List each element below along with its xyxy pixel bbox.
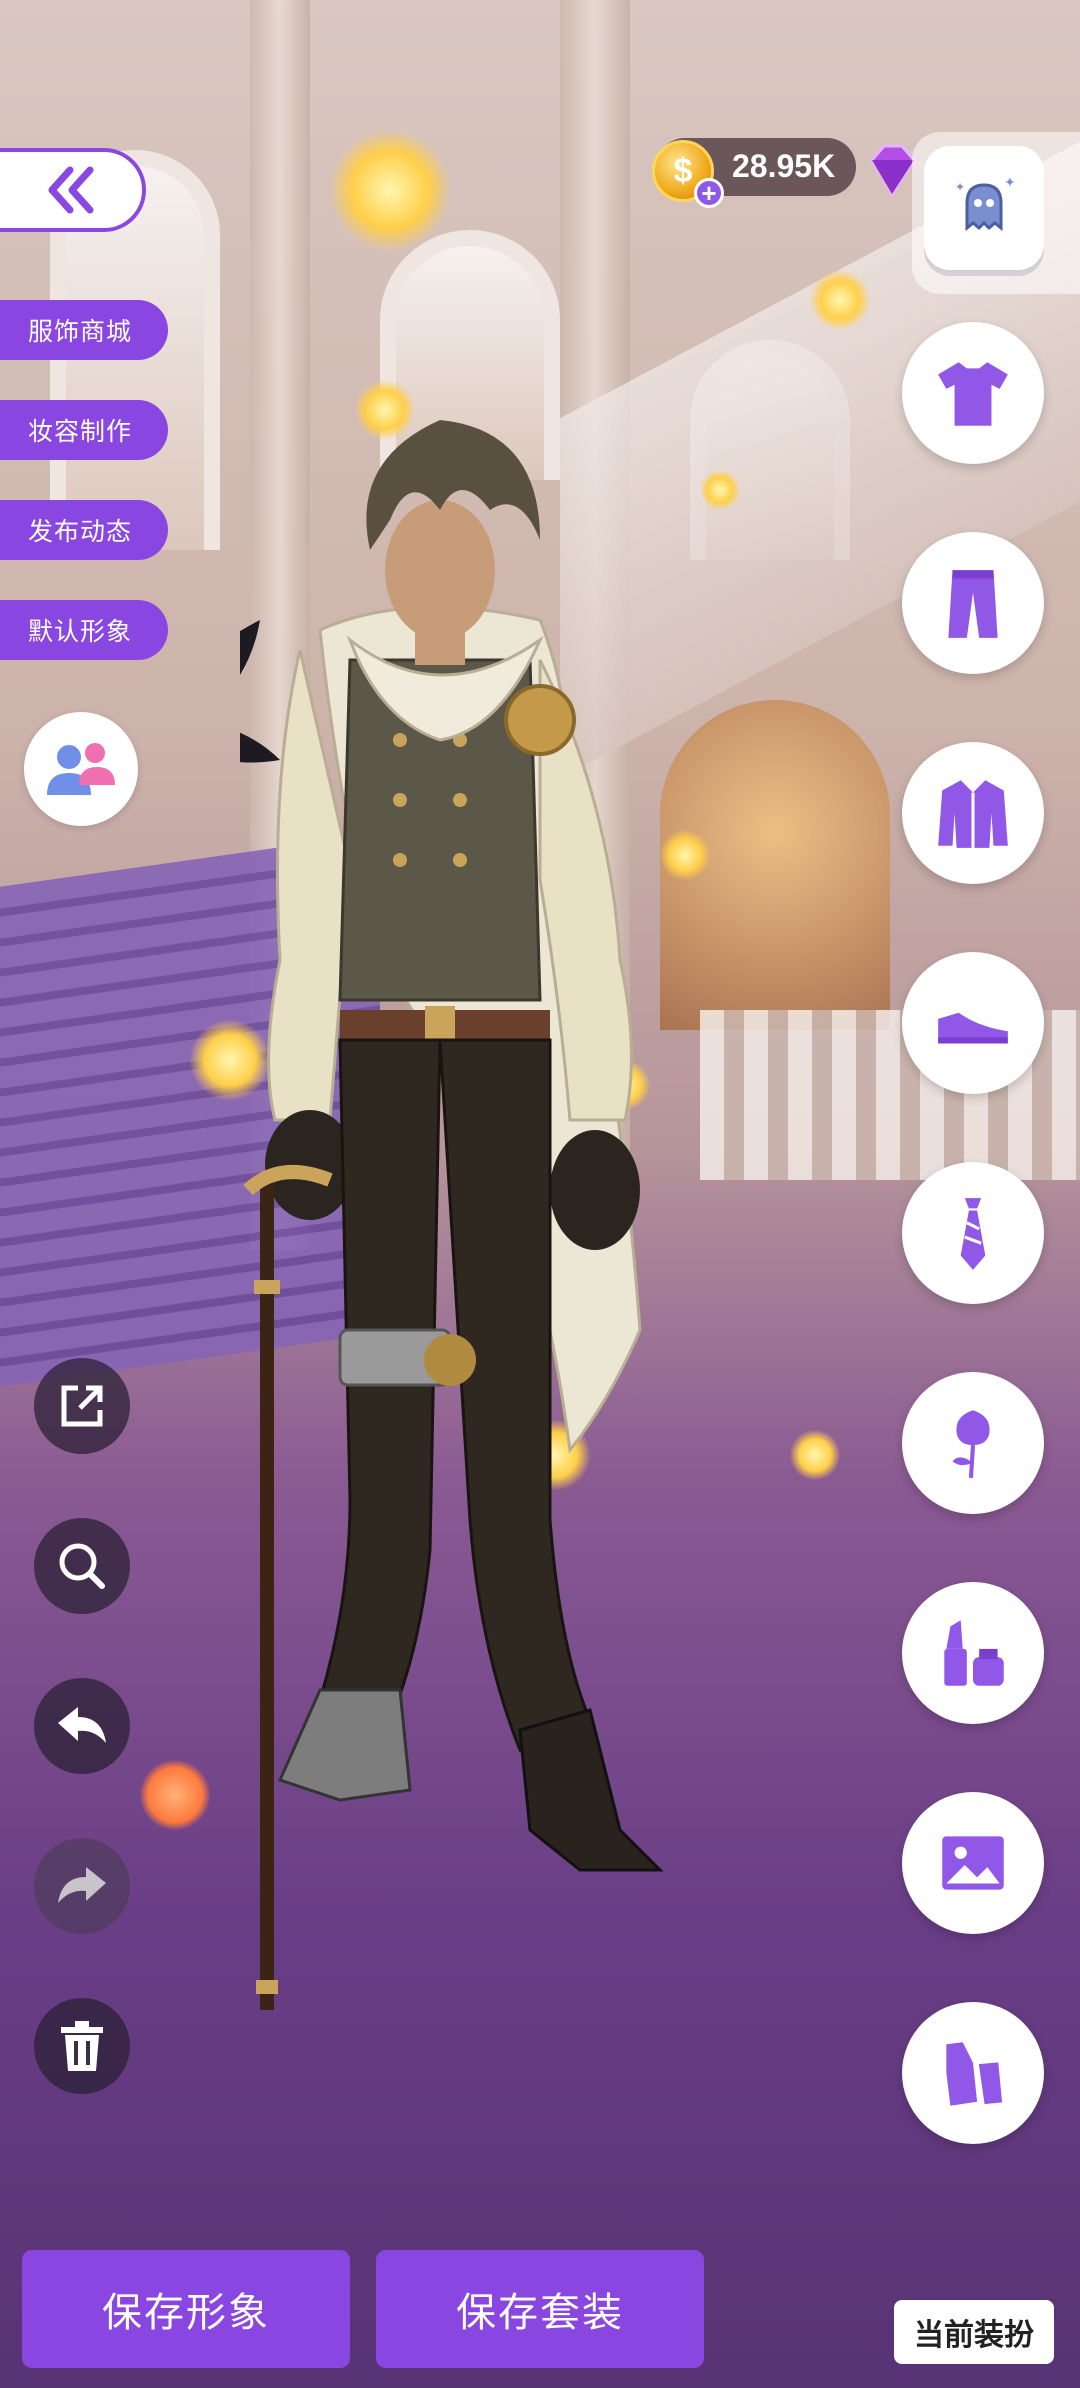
current-outfit-button[interactable]: 当前装扮 bbox=[894, 2300, 1054, 2364]
category-jackets[interactable] bbox=[902, 742, 1044, 884]
category-tops[interactable] bbox=[902, 322, 1044, 464]
ghost-avatar-icon: ✦ ✦ bbox=[955, 174, 1016, 232]
menu-makeup[interactable]: 妆容制作 bbox=[0, 400, 168, 460]
sparkle bbox=[140, 1760, 210, 1830]
save-outfit-button[interactable]: 保存套装 bbox=[376, 2250, 704, 2368]
svg-text:✦: ✦ bbox=[955, 180, 965, 194]
svg-text:✦: ✦ bbox=[1004, 174, 1016, 190]
image-icon bbox=[942, 1836, 1004, 1890]
zoom-button[interactable] bbox=[34, 1518, 130, 1614]
menu-post-update[interactable]: 发布动态 bbox=[0, 500, 168, 560]
double-chevron-left-icon bbox=[48, 166, 94, 214]
redo-icon bbox=[58, 1867, 106, 1903]
friends-button[interactable] bbox=[24, 712, 138, 826]
jacket-icon bbox=[938, 780, 1008, 848]
back-button[interactable] bbox=[0, 148, 146, 232]
coin-amount: 28.95K bbox=[732, 148, 836, 184]
redo-button[interactable] bbox=[34, 1838, 130, 1934]
trash-icon bbox=[61, 2021, 103, 2071]
save-look-button[interactable]: 保存形象 bbox=[22, 2250, 350, 2368]
rose-icon bbox=[952, 1410, 990, 1478]
sparkle bbox=[810, 270, 870, 330]
outfit-set-icon bbox=[946, 2042, 1006, 2108]
sparkle bbox=[790, 1430, 840, 1480]
share-icon bbox=[61, 1385, 103, 1427]
tie-icon bbox=[960, 1198, 986, 1270]
category-accessories[interactable] bbox=[902, 1162, 1044, 1304]
category-background[interactable] bbox=[902, 1792, 1044, 1934]
delete-button[interactable] bbox=[34, 1998, 130, 2094]
avatar-button[interactable]: ✦ ✦ bbox=[924, 146, 1044, 270]
category-props[interactable] bbox=[902, 1372, 1044, 1514]
menu-clothing-shop[interactable]: 服饰商城 bbox=[0, 300, 168, 360]
zoom-icon bbox=[59, 1543, 105, 1589]
category-makeup[interactable] bbox=[902, 1582, 1044, 1724]
undo-button[interactable] bbox=[34, 1678, 130, 1774]
add-coin-button[interactable]: + bbox=[694, 178, 724, 208]
users-icon bbox=[47, 743, 115, 795]
lipstick-icon bbox=[944, 1620, 1004, 1686]
undo-icon bbox=[58, 1707, 106, 1743]
share-button[interactable] bbox=[34, 1358, 130, 1454]
shoe-icon bbox=[938, 1012, 1008, 1044]
menu-default-look[interactable]: 默认形象 bbox=[0, 600, 168, 660]
character-avatar[interactable] bbox=[240, 400, 740, 2050]
category-pants[interactable] bbox=[902, 532, 1044, 674]
category-shoes[interactable] bbox=[902, 952, 1044, 1094]
tshirt-icon bbox=[938, 362, 1008, 426]
sparkle bbox=[330, 130, 450, 250]
pants-icon bbox=[948, 570, 998, 638]
crow bbox=[240, 620, 280, 763]
category-outfit-sets[interactable] bbox=[902, 2002, 1044, 2144]
